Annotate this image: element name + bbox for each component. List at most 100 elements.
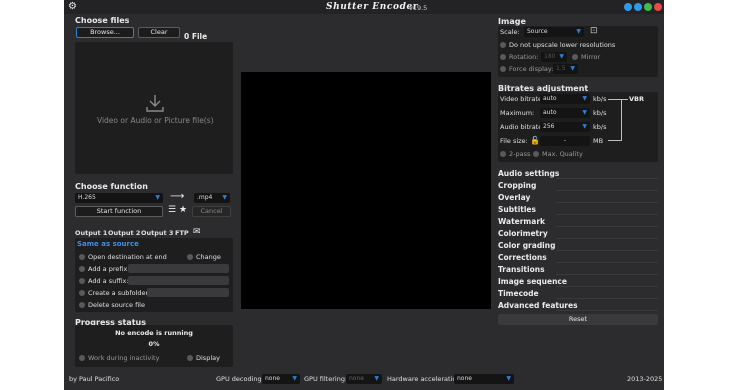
- display-checkbox[interactable]: [187, 355, 193, 361]
- tab-output-3[interactable]: Output 3: [141, 229, 173, 237]
- audio-bitrate-select[interactable]: 256 ▼: [540, 122, 590, 132]
- section-label: Watermark: [498, 217, 545, 226]
- gear-icon[interactable]: ⚙: [68, 1, 77, 12]
- section-label: Overlay: [498, 193, 531, 202]
- force-display-select[interactable]: 1.5 ▼: [553, 64, 578, 74]
- section-image-sequence[interactable]: Image sequence: [498, 277, 658, 287]
- video-bitrate-value: auto: [543, 95, 557, 102]
- two-pass-label: 2-pass: [509, 150, 531, 158]
- info-icon[interactable]: [634, 3, 642, 11]
- progress-state: No encode is running: [115, 329, 193, 337]
- star-icon[interactable]: ★: [179, 205, 187, 215]
- section-cropping[interactable]: Cropping: [498, 181, 658, 191]
- help-icon[interactable]: [624, 3, 632, 11]
- codec-select[interactable]: H.265 ▼: [75, 193, 163, 203]
- container-select[interactable]: .mp4 ▼: [194, 193, 230, 203]
- cancel-button[interactable]: Cancel: [192, 206, 231, 217]
- hw-accel-select[interactable]: none ▼: [454, 374, 514, 384]
- delete-source-checkbox[interactable]: [79, 302, 85, 308]
- scale-label: Scale:: [500, 28, 520, 36]
- inactivity-label: Work during inactivity: [88, 354, 160, 362]
- video-bitrate-label: Video bitrate:: [500, 95, 545, 103]
- no-upscale-checkbox[interactable]: [500, 42, 506, 48]
- section-overlay[interactable]: Overlay: [498, 193, 658, 203]
- max-bitrate-value: auto: [543, 109, 557, 116]
- section-audio-settings[interactable]: Audio settings: [498, 169, 658, 179]
- section-label: Colorimetry: [498, 229, 548, 238]
- image-title: Image: [498, 17, 526, 26]
- rotation-select[interactable]: 180 ▼: [541, 52, 567, 62]
- divider: [556, 190, 658, 191]
- drop-zone[interactable]: Video or Audio or Picture file(s): [75, 42, 233, 174]
- section-subtitles[interactable]: Subtitles: [498, 205, 658, 215]
- gpu-filtering-select[interactable]: none ▼: [346, 374, 382, 384]
- video-bitrate-unit: kb/s: [593, 95, 607, 103]
- max-quality-checkbox[interactable]: [533, 151, 539, 157]
- chevron-down-icon: ▼: [582, 109, 587, 116]
- section-color-grading[interactable]: Color grading: [498, 241, 658, 251]
- screen-icon[interactable]: ⊡: [590, 26, 598, 36]
- change-checkbox[interactable]: [187, 254, 193, 260]
- section-colorimetry[interactable]: Colorimetry: [498, 229, 658, 239]
- gpu-decoding-value: none: [265, 375, 280, 382]
- destination-label: Same as source: [77, 240, 139, 248]
- video-bitrate-select[interactable]: auto ▼: [540, 94, 590, 104]
- close-icon[interactable]: [654, 3, 662, 11]
- clear-button[interactable]: Clear: [138, 27, 180, 38]
- image-panel: Scale: Source ▼ ⊡ Do not upscale lower re…: [498, 26, 658, 77]
- section-timecode[interactable]: Timecode: [498, 289, 658, 299]
- divider: [556, 298, 658, 299]
- lock-icon[interactable]: 🔓: [530, 136, 540, 145]
- gpu-decoding-label: GPU decoding:: [216, 375, 264, 383]
- start-function-button[interactable]: Start function: [75, 206, 163, 217]
- codec-value: H.265: [78, 194, 96, 201]
- audio-bitrate-value: 256: [543, 123, 555, 130]
- chevron-down-icon: ▼: [374, 375, 379, 382]
- divider: [556, 262, 658, 263]
- vbr-label[interactable]: VBR: [629, 95, 644, 103]
- suffix-input[interactable]: [128, 276, 229, 285]
- change-label: Change: [196, 253, 221, 261]
- app-title: Shutter Encoder: [326, 2, 419, 12]
- audio-bitrate-unit: kb/s: [593, 123, 607, 131]
- browse-button[interactable]: Browse...: [76, 27, 134, 38]
- video-preview[interactable]: [241, 72, 491, 309]
- prefix-checkbox[interactable]: [79, 266, 85, 272]
- inactivity-checkbox[interactable]: [79, 355, 85, 361]
- section-advanced-features[interactable]: Advanced features: [498, 301, 658, 311]
- open-dest-checkbox[interactable]: [79, 254, 85, 260]
- prefix-input[interactable]: [128, 264, 229, 273]
- reset-button[interactable]: Reset: [498, 314, 658, 325]
- max-bitrate-select[interactable]: auto ▼: [540, 108, 590, 118]
- rotation-value: 180: [544, 53, 556, 60]
- force-display-value: 1.5: [556, 65, 566, 72]
- suffix-checkbox[interactable]: [79, 278, 85, 284]
- author-label: by Paul Pacifico: [69, 375, 120, 383]
- force-display-checkbox[interactable]: [500, 66, 506, 72]
- minimize-icon[interactable]: [644, 3, 652, 11]
- scale-select[interactable]: Source ▼: [524, 27, 584, 37]
- chevron-down-icon: ▼: [576, 28, 581, 35]
- tab-ftp[interactable]: FTP: [175, 229, 189, 237]
- two-pass-checkbox[interactable]: [500, 151, 506, 157]
- section-transitions[interactable]: Transitions: [498, 265, 658, 275]
- rotation-checkbox[interactable]: [500, 54, 506, 60]
- prefix-label: Add a prefix:: [88, 265, 130, 273]
- tab-output-1[interactable]: Output 1: [75, 229, 107, 237]
- section-corrections[interactable]: Corrections: [498, 253, 658, 263]
- tab-output-2[interactable]: Output 2: [108, 229, 140, 237]
- chevron-down-icon: ▼: [222, 194, 227, 201]
- file-size-input[interactable]: -: [540, 136, 590, 146]
- gpu-decoding-select[interactable]: none ▼: [262, 374, 300, 384]
- section-label: Corrections: [498, 253, 547, 262]
- section-watermark[interactable]: Watermark: [498, 217, 658, 227]
- download-icon: [146, 95, 164, 112]
- subfolder-input[interactable]: [147, 288, 229, 297]
- section-label: Advanced features: [498, 301, 578, 310]
- subfolder-checkbox[interactable]: [79, 290, 85, 296]
- mail-icon[interactable]: ✉: [193, 227, 201, 237]
- menu-icon[interactable]: ☰: [168, 205, 176, 215]
- chevron-down-icon: ▼: [582, 123, 587, 130]
- mirror-checkbox[interactable]: [572, 54, 578, 60]
- chevron-down-icon: ▼: [292, 375, 297, 382]
